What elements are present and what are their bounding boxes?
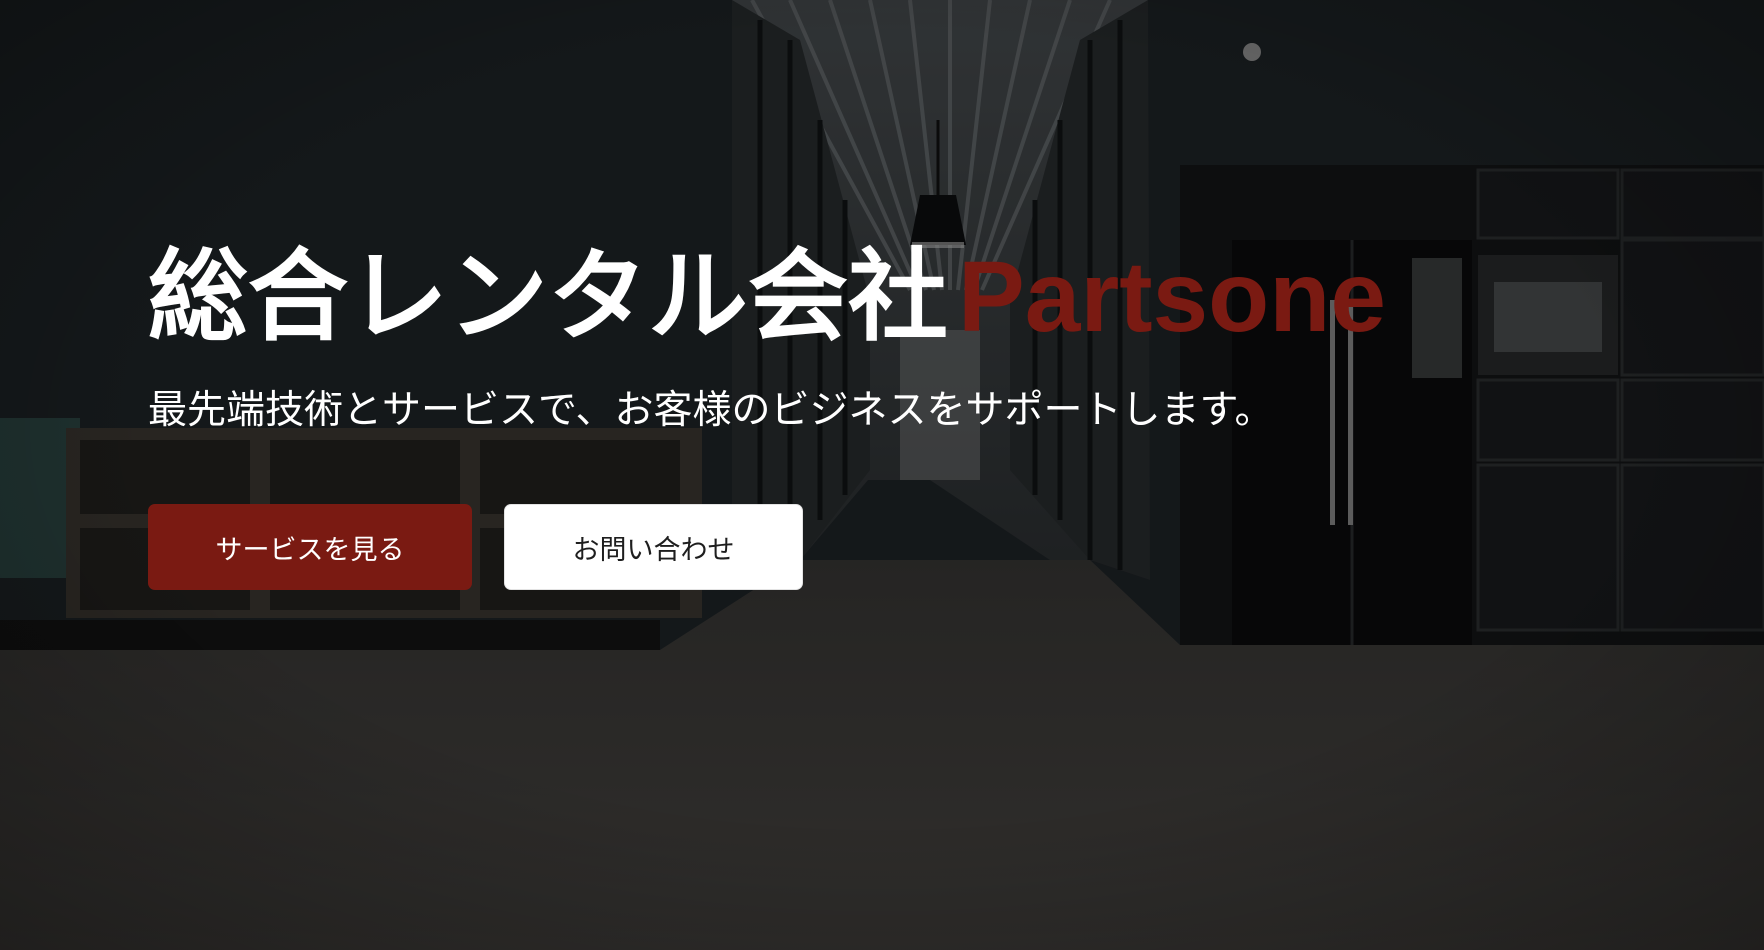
hero-title-text: 総合レンタル会社 [148, 238, 948, 355]
hero-subtitle: 最先端技術とサービスで、お客様のビジネスをサポートします。 [148, 388, 1274, 433]
hero-section: 総合レンタル会社 Partsone 最先端技術とサービスで、お客様のビジネスをサポ… [0, 0, 1764, 950]
hero-buttons: サービスを見る お問い合わせ [148, 504, 1386, 590]
hero-title: 総合レンタル会社 Partsone [148, 232, 1386, 362]
contact-button[interactable]: お問い合わせ [504, 504, 803, 590]
brand-name: Partsone [958, 241, 1386, 353]
hero-content: 総合レンタル会社 Partsone 最先端技術とサービスで、お客様のビジネスをサポ… [148, 232, 1386, 590]
view-services-button[interactable]: サービスを見る [148, 504, 472, 590]
